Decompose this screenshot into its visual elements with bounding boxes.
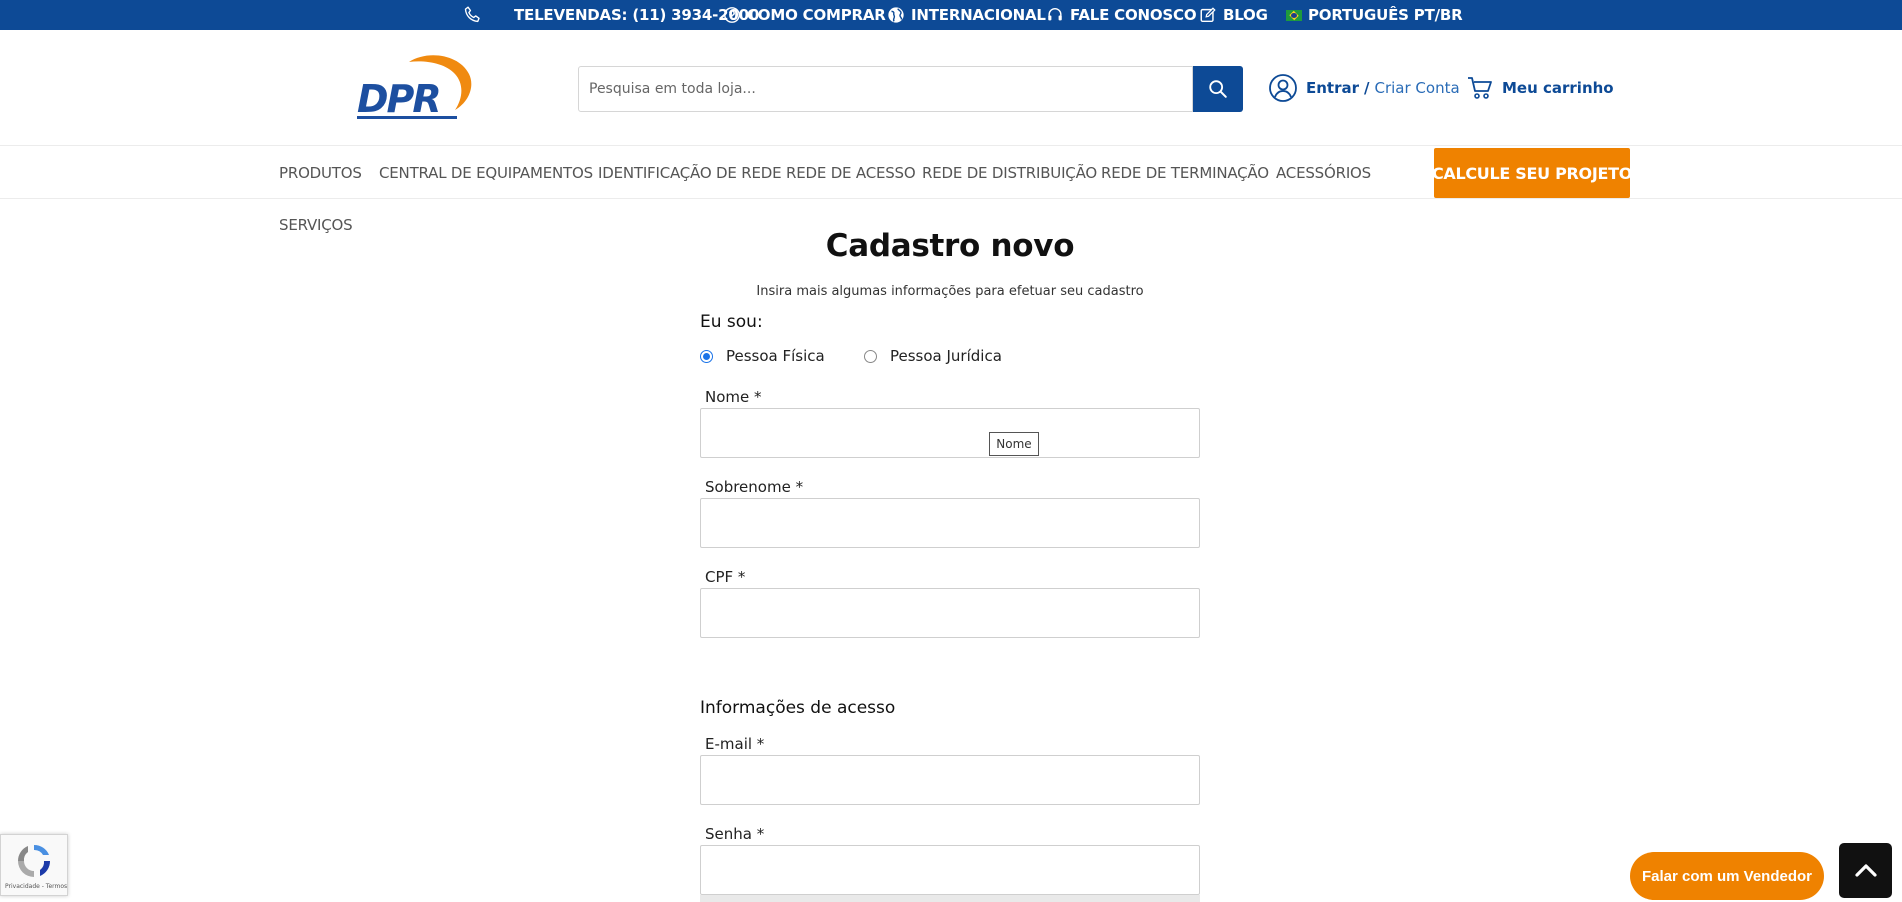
dpr-logo[interactable]: DPR xyxy=(355,52,475,122)
international-text: INTERNACIONAL xyxy=(911,6,1046,24)
cart-label: Meu carrinho xyxy=(1502,79,1614,97)
nav-divider-bottom xyxy=(0,198,1902,199)
calculate-project-button[interactable]: CALCULE SEU PROJETO xyxy=(1432,148,1632,198)
account-links: Entrar / Criar Conta xyxy=(1268,70,1460,106)
scroll-to-top-button[interactable] xyxy=(1839,843,1892,898)
user-icon[interactable] xyxy=(1268,73,1298,103)
cart-link[interactable]: Meu carrinho xyxy=(1466,70,1614,106)
radio-button-checked[interactable] xyxy=(700,349,713,363)
phone-link[interactable]: TELEVENDAS: (11) 3934-2000 xyxy=(462,0,759,30)
first-name-field[interactable] xyxy=(700,408,1200,458)
email-label: E-mail * xyxy=(705,735,765,753)
search-button[interactable] xyxy=(1193,66,1243,112)
password-label: Senha * xyxy=(705,825,765,843)
how-to-buy-link[interactable]: COMO COMPRAR xyxy=(723,0,886,30)
headset-icon xyxy=(1048,7,1062,21)
contact-text: FALE CONOSCO xyxy=(1070,6,1197,24)
person-type-label: Eu sou: xyxy=(700,312,763,332)
login-separator: / xyxy=(1364,79,1370,97)
phone-icon xyxy=(464,6,480,23)
nav-divider-top xyxy=(0,145,1902,146)
question-icon xyxy=(724,7,740,23)
recaptcha-badge[interactable]: Privacidade - Termos xyxy=(0,834,68,896)
radio-pessoa-juridica[interactable]: Pessoa Jurídica xyxy=(864,347,1002,365)
edit-icon xyxy=(1200,7,1216,23)
blog-link[interactable]: BLOG xyxy=(1199,0,1268,30)
nav-item-central-de-equipamentos[interactable]: CENTRAL DE EQUIPAMENTOS xyxy=(379,164,593,182)
talk-to-seller-button[interactable]: Falar com um Vendedor xyxy=(1630,852,1824,900)
first-name-tooltip: Nome xyxy=(989,432,1039,456)
logo-text: DPR xyxy=(357,77,440,121)
last-name-field[interactable] xyxy=(700,498,1200,548)
nav-item-produtos[interactable]: PRODUTOS xyxy=(279,164,362,182)
nav-item-acessorios[interactable]: ACESSÓRIOS xyxy=(1276,164,1371,182)
contact-link[interactable]: FALE CONOSCO xyxy=(1046,0,1197,30)
nav-item-rede-de-terminacao[interactable]: REDE DE TERMINAÇÃO xyxy=(1101,164,1269,182)
email-field[interactable] xyxy=(700,755,1200,805)
search-box xyxy=(578,66,1193,112)
nav-item-rede-de-acesso[interactable]: REDE DE ACESSO xyxy=(786,164,916,182)
cart-icon xyxy=(1468,77,1492,99)
create-account-link[interactable]: Criar Conta xyxy=(1375,79,1460,97)
brazil-flag-icon xyxy=(1286,9,1302,21)
nav-item-identificacao-de-rede[interactable]: IDENTIFICAÇÃO DE REDE xyxy=(598,164,782,182)
cpf-label: CPF * xyxy=(705,568,746,586)
recaptcha-icon xyxy=(17,844,51,877)
access-section-title: Informações de acesso xyxy=(700,698,896,718)
recaptcha-text[interactable]: Privacidade - Termos xyxy=(5,883,67,890)
next-field-edge xyxy=(700,895,1200,902)
globe-icon xyxy=(888,7,904,23)
nav-item-rede-de-distribuicao[interactable]: REDE DE DISTRIBUIÇÃO xyxy=(922,164,1097,182)
search-icon xyxy=(1209,80,1227,98)
chevron-up-icon xyxy=(1854,863,1877,877)
radio-label-pessoa-fisica: Pessoa Física xyxy=(726,347,825,365)
page-title: Cadastro novo xyxy=(825,228,1075,264)
international-link[interactable]: INTERNACIONAL xyxy=(887,0,1046,30)
how-to-buy-text: COMO COMPRAR xyxy=(747,6,886,24)
radio-button[interactable] xyxy=(864,349,877,363)
login-link[interactable]: Entrar xyxy=(1306,79,1359,97)
blog-text: BLOG xyxy=(1223,6,1268,24)
cpf-field[interactable] xyxy=(700,588,1200,638)
password-field[interactable] xyxy=(700,845,1200,895)
last-name-label: Sobrenome * xyxy=(705,478,804,496)
search-input[interactable] xyxy=(589,67,1179,111)
radio-label-pessoa-juridica: Pessoa Jurídica xyxy=(890,347,1002,365)
radio-pessoa-fisica[interactable]: Pessoa Física xyxy=(700,347,825,365)
top-bar: TELEVENDAS: (11) 3934-2000 COMO COMPRAR … xyxy=(0,0,1902,30)
language-selector[interactable]: PORTUGUÊS PT/BR xyxy=(1286,0,1463,30)
first-name-label: Nome * xyxy=(705,388,762,406)
language-text: PORTUGUÊS PT/BR xyxy=(1308,6,1463,24)
site-header: DPR Entrar / Criar Conta Meu carrinho xyxy=(0,30,1902,145)
page-subtitle: Insira mais algumas informações para efe… xyxy=(756,284,1144,299)
nav-item-servicos[interactable]: SERVIÇOS xyxy=(279,216,353,234)
